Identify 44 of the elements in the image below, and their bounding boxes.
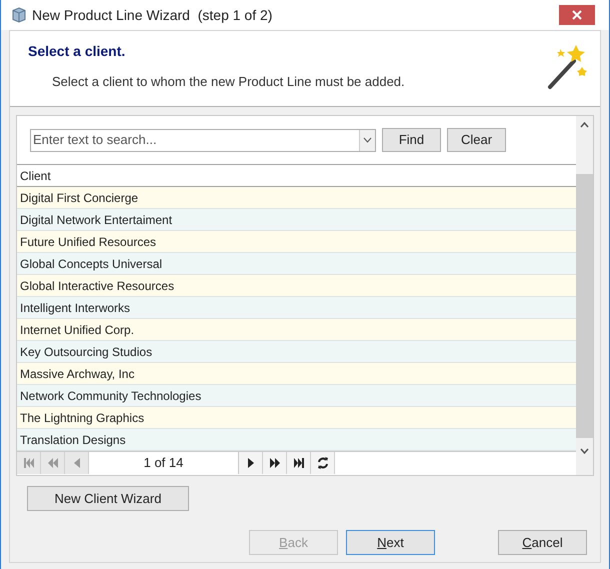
step-description: Select a client to whom the new Product Line must be added. <box>51 73 405 91</box>
close-button[interactable] <box>559 5 595 25</box>
search-action-button[interactable]: Clear <box>447 128 506 152</box>
client-row[interactable]: Internet Unified Corp. <box>17 319 576 341</box>
right-triangle-icon <box>248 458 254 468</box>
client-row[interactable]: Future Unified Resources <box>17 231 576 253</box>
last-page-icon <box>292 458 304 468</box>
wizard-nav-button[interactable]: Next <box>346 530 435 555</box>
new-client-wizard-button[interactable]: New Client Wizard <box>27 486 189 511</box>
client-row[interactable]: Key Outsourcing Studios <box>17 341 576 363</box>
scroll-down-icon <box>580 448 589 454</box>
window-title: New Product Line Wizard (step 1 of 2) <box>32 6 272 25</box>
client-row[interactable]: Global Interactive Resources <box>17 275 576 297</box>
first-page-icon <box>22 458 34 468</box>
refresh-button[interactable] <box>311 452 335 474</box>
client-row[interactable]: Digital Network Entertaiment <box>17 209 576 231</box>
scrollbar[interactable] <box>576 116 593 475</box>
scroll-thumb[interactable] <box>576 174 593 438</box>
column-header[interactable]: Client <box>20 166 51 184</box>
client-row[interactable]: Massive Archway, Inc <box>17 363 576 385</box>
first-page-button[interactable] <box>17 452 41 474</box>
rewind-icon <box>48 458 58 468</box>
cube-icon <box>11 7 27 23</box>
client-row[interactable]: Global Concepts Universal <box>17 253 576 275</box>
step-title: Select a client. <box>28 42 126 61</box>
next-page-button[interactable] <box>239 452 263 474</box>
search-action-button[interactable]: Find <box>382 128 441 152</box>
previous-group-button[interactable] <box>41 452 65 474</box>
previous-page-button[interactable] <box>65 452 89 474</box>
client-row[interactable]: Translation Designs <box>17 429 576 451</box>
dropdown-button[interactable] <box>359 130 375 150</box>
chevron-down-icon <box>363 137 372 143</box>
client-row[interactable]: The Lightning Graphics <box>17 407 576 429</box>
client-row[interactable]: Digital First Concierge <box>17 187 576 209</box>
scroll-up-icon <box>580 122 589 128</box>
client-row[interactable]: Network Community Technologies <box>17 385 576 407</box>
fast-forward-icon <box>270 458 280 468</box>
left-triangle-icon <box>74 458 80 468</box>
next-group-button[interactable] <box>263 452 287 474</box>
refresh-icon <box>316 457 328 469</box>
close-icon <box>572 10 582 20</box>
last-page-button[interactable] <box>287 452 311 474</box>
wizard-nav-button[interactable]: Cancel <box>498 530 587 555</box>
client-row[interactable]: Intelligent Interworks <box>17 297 576 319</box>
